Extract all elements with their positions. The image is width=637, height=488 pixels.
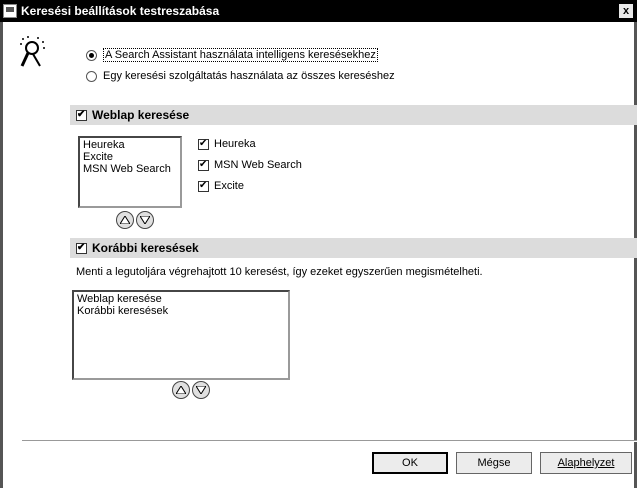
provider-label: Excite	[214, 180, 244, 192]
provider-heureka[interactable]: Heureka	[198, 137, 256, 151]
previous-searches-checkbox[interactable]	[76, 241, 87, 255]
search-provider-list[interactable]: Heureka Excite MSN Web Search	[78, 136, 182, 208]
provider-checkbox[interactable]	[198, 158, 209, 172]
magic-wand-icon	[20, 36, 45, 67]
previous-order-controls	[172, 381, 210, 399]
cancel-button[interactable]: Mégse	[456, 452, 532, 474]
list-item[interactable]: Korábbi keresések	[77, 305, 285, 317]
previous-searches-list[interactable]: Weblap keresése Korábbi keresések	[72, 290, 290, 380]
provider-checkbox[interactable]	[198, 179, 209, 193]
section-web-search: Weblap keresése	[70, 105, 637, 125]
arrow-up-icon[interactable]	[172, 381, 190, 399]
radio-button[interactable]	[86, 49, 97, 61]
provider-checkbox[interactable]	[198, 137, 209, 151]
radio-button[interactable]	[86, 70, 97, 82]
provider-msn[interactable]: MSN Web Search	[198, 158, 302, 172]
section-title: Weblap keresése	[92, 108, 190, 122]
app-icon	[3, 4, 17, 18]
web-search-checkbox[interactable]	[76, 108, 87, 122]
footer-divider	[22, 440, 637, 442]
radio-option-assistant[interactable]: A Search Assistant használata intelligen…	[86, 48, 378, 62]
radio-option-single-service[interactable]: Egy keresési szolgáltatás használata az …	[86, 70, 395, 82]
provider-excite[interactable]: Excite	[198, 179, 244, 193]
ok-button[interactable]: OK	[372, 452, 448, 474]
arrow-down-icon[interactable]	[136, 211, 154, 229]
arrow-up-icon[interactable]	[116, 211, 134, 229]
list-item[interactable]: Excite	[83, 151, 177, 163]
provider-label: Heureka	[214, 138, 256, 150]
title-bar: Keresési beállítások testreszabása x	[0, 0, 637, 22]
list-item[interactable]: Weblap keresése	[77, 293, 285, 305]
section-previous-searches: Korábbi keresések	[70, 238, 637, 258]
provider-label: MSN Web Search	[214, 159, 302, 171]
close-icon[interactable]: x	[619, 4, 633, 18]
reset-button[interactable]: Alaphelyzet	[540, 452, 632, 474]
arrow-down-icon[interactable]	[192, 381, 210, 399]
list-item[interactable]: MSN Web Search	[83, 163, 177, 175]
provider-order-controls	[116, 211, 154, 229]
radio-label: A Search Assistant használata intelligen…	[103, 48, 378, 62]
window-frame-left	[0, 22, 3, 488]
list-item[interactable]: Heureka	[83, 139, 177, 151]
section-title: Korábbi keresések	[92, 241, 199, 255]
previous-searches-description: Menti a legutoljára végrehajtott 10 kere…	[76, 266, 483, 278]
radio-label: Egy keresési szolgáltatás használata az …	[103, 70, 395, 82]
window-title: Keresési beállítások testreszabása	[21, 4, 220, 18]
